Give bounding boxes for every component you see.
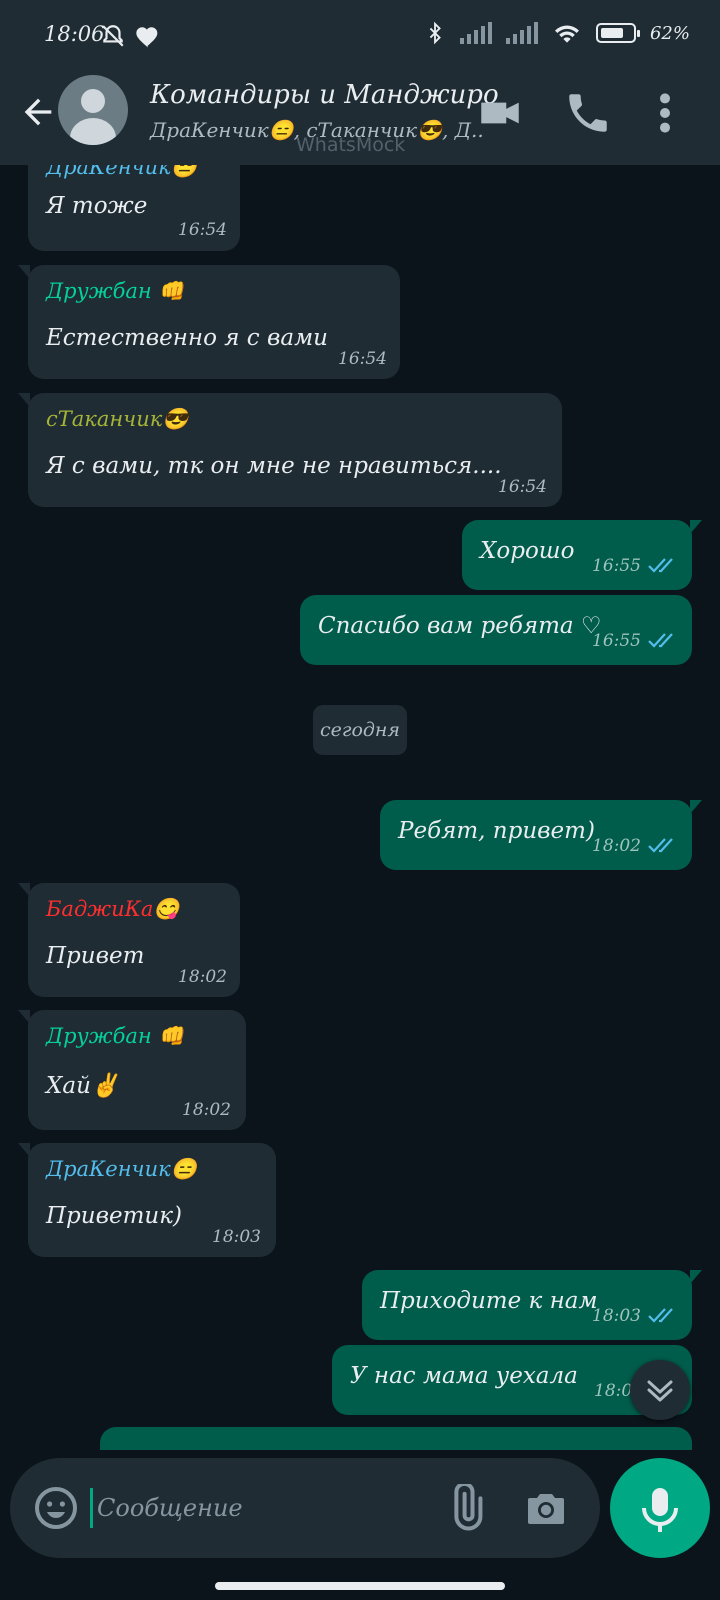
message-bubble-incoming[interactable]: БаджиКа😋 Привет 18:02 <box>18 883 240 997</box>
message-bubble-incoming[interactable]: ДраКенчик😑 Я тоже 16:54 <box>28 165 240 251</box>
message-bubble-outgoing[interactable]: Ребят, привет) 18:02 <box>380 800 702 870</box>
message-time: 18:03 <box>592 1306 641 1326</box>
read-receipt-icon <box>648 1308 673 1323</box>
message-bubble-outgoing[interactable]: Спасибо вам ребята ♡ 16:55 <box>300 595 692 665</box>
message-bubble-incoming[interactable]: Дружбан 👊 Хай✌ 18:02 <box>18 1010 246 1130</box>
message-sender: Дружбан 👊 <box>46 1024 185 1048</box>
message-text: Хай✌ <box>46 1073 120 1099</box>
message-text: Хорошо <box>480 538 575 564</box>
message-time: 16:54 <box>338 349 387 369</box>
message-text: Приходите к нам <box>380 1288 598 1314</box>
message-sender: сТаканчик😎 <box>46 407 189 431</box>
wifi-icon <box>554 25 579 43</box>
message-text: Ребят, привет) <box>398 818 595 844</box>
message-bubble-incoming[interactable]: сТаканчик😎 Я с вами, тк он мне не нравит… <box>18 393 562 507</box>
emoji-icon[interactable] <box>32 1484 80 1532</box>
message-bubble-outgoing[interactable]: Приходите к нам 18:03 <box>362 1270 702 1340</box>
status-right-icons: 62% <box>424 20 690 46</box>
message-text: Спасибо вам ребята ♡ <box>318 613 602 639</box>
message-input[interactable] <box>90 1488 437 1528</box>
heart-icon <box>135 26 157 48</box>
message-sender: БаджиКа😋 <box>46 897 180 921</box>
chevron-down-double-icon <box>647 1380 673 1402</box>
message-sender: Дружбан 👊 <box>46 279 185 303</box>
read-receipt-icon <box>648 633 673 648</box>
message-time: 16:54 <box>178 220 227 240</box>
home-indicator[interactable] <box>215 1582 505 1590</box>
message-time: 18:03 <box>212 1227 261 1247</box>
battery-icon <box>595 23 640 43</box>
scroll-to-bottom-button[interactable] <box>630 1360 690 1420</box>
message-time: 18:02 <box>178 967 227 987</box>
message-text: Привет <box>46 943 145 969</box>
message-bubble-outgoing[interactable]: Хорошо 16:55 <box>462 520 702 590</box>
paperclip-icon[interactable] <box>442 1484 490 1532</box>
message-text: У нас мама уехала <box>350 1363 578 1389</box>
do-not-disturb-icon <box>102 24 124 47</box>
phone-icon[interactable] <box>563 88 613 138</box>
message-bubble-incoming[interactable]: ДраКенчик😑 Приветик) 18:03 <box>18 1143 276 1257</box>
message-text: Я тоже <box>46 193 148 219</box>
video-call-icon[interactable] <box>475 88 525 138</box>
message-bubble-outgoing[interactable] <box>100 1427 692 1450</box>
message-text: Естественно я с вами <box>46 325 328 351</box>
arrow-left-icon[interactable] <box>18 92 58 132</box>
message-sender: ДраКенчик😑 <box>46 165 197 179</box>
read-receipt-icon <box>648 838 673 853</box>
status-left-icons <box>100 20 162 49</box>
message-time: 18:02 <box>592 836 641 856</box>
message-sender: ДраКенчик😑 <box>46 1157 197 1181</box>
status-time: 18:06 <box>44 22 105 46</box>
watermark: WhatsMock <box>296 134 406 156</box>
bluetooth-icon <box>429 21 441 45</box>
message-time: 18:0 <box>594 1381 633 1401</box>
chat-title[interactable]: Командиры и Манджиро <box>150 80 499 110</box>
date-separator: сегодня <box>313 705 407 755</box>
battery-percent: 62% <box>649 22 690 44</box>
chat-messages[interactable]: ДраКенчик😑 Я тоже 16:54 Дружбан 👊 Естест… <box>0 165 720 1450</box>
message-time: 18:02 <box>182 1100 231 1120</box>
mic-icon <box>642 1488 678 1532</box>
message-text: Я с вами, тк он мне не нравиться.... <box>46 453 502 479</box>
status-bar: 18:06 62% <box>0 0 720 70</box>
voice-message-button[interactable] <box>610 1458 710 1558</box>
signal-icon <box>505 22 538 44</box>
message-bubble-incoming[interactable]: Дружбан 👊 Естественно я с вами 16:54 <box>18 265 400 379</box>
signal-icon <box>459 22 492 44</box>
message-time: 16:55 <box>592 556 641 576</box>
group-avatar[interactable] <box>58 75 128 145</box>
message-time: 16:55 <box>592 631 641 651</box>
message-composer <box>10 1458 600 1558</box>
message-text: Приветик) <box>46 1203 182 1229</box>
chat-header: Командиры и Манджиро ДраКенчик😑, сТаканч… <box>0 70 720 165</box>
camera-icon[interactable] <box>522 1484 570 1532</box>
message-time: 16:54 <box>498 477 547 497</box>
more-vert-icon[interactable] <box>650 88 680 138</box>
read-receipt-icon <box>648 558 673 573</box>
